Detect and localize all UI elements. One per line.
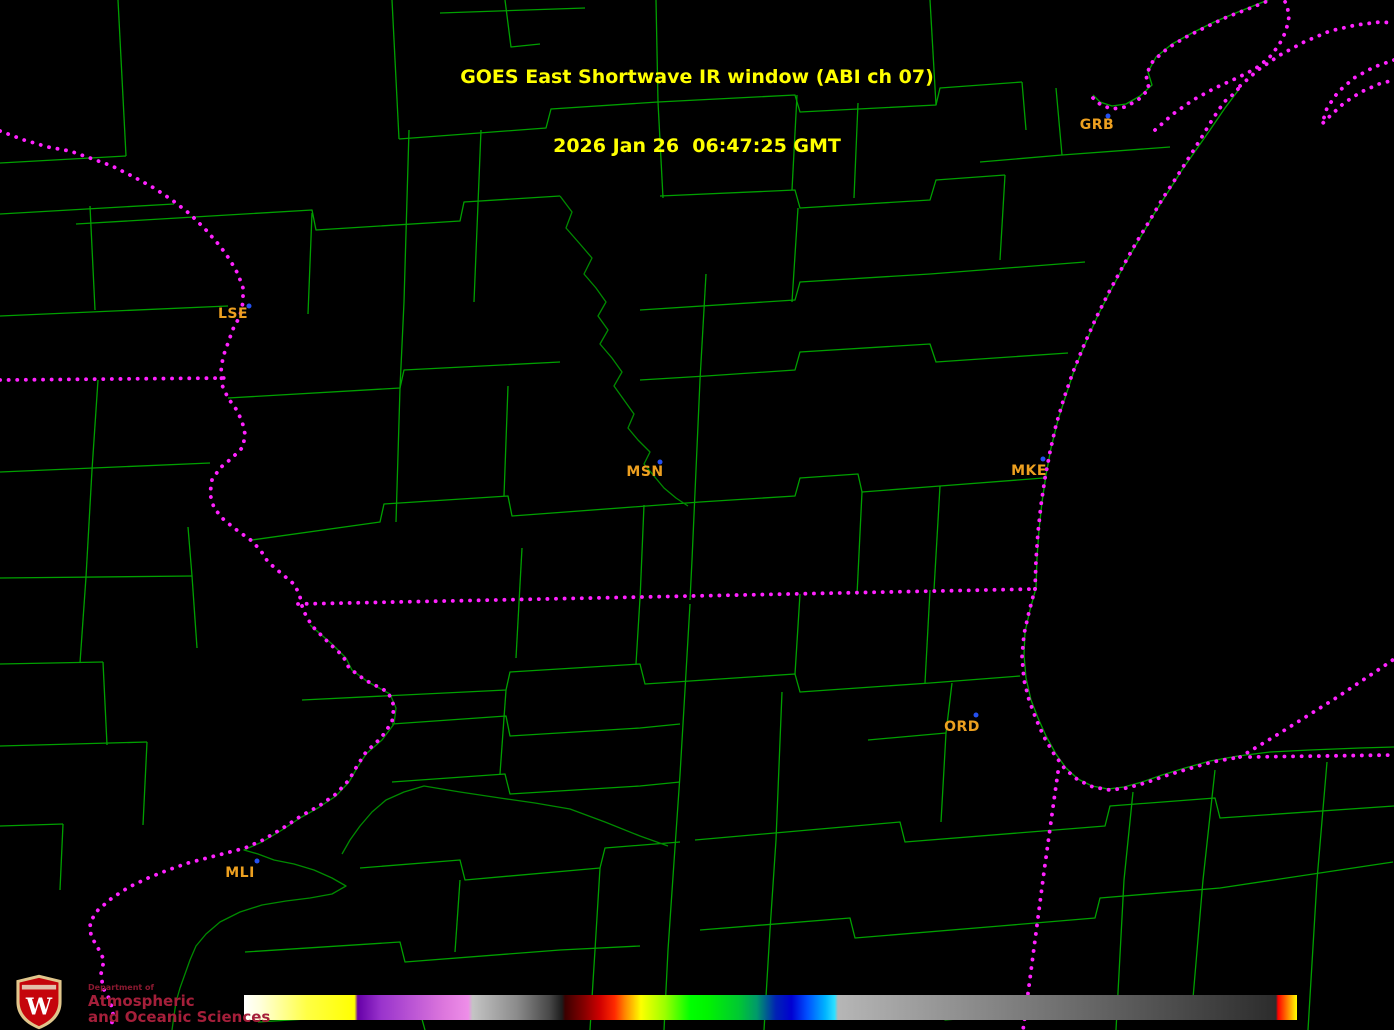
county-boundary-line (455, 880, 460, 952)
county-boundary-line (0, 662, 103, 664)
county-boundary-line (0, 204, 174, 214)
county-boundary-line (80, 577, 86, 663)
state-border-line (1240, 659, 1394, 757)
station-label-LSE: LSE (218, 306, 248, 322)
county-boundary-line (640, 344, 1068, 380)
title-line1: GOES East Shortwave IR window (ABI ch 07… (0, 66, 1394, 89)
logo-text: Department of Atmospheric and Oceanic Sc… (88, 984, 270, 1026)
county-boundary-line (86, 470, 92, 577)
county-boundary-line (0, 742, 147, 746)
county-boundary-line (516, 548, 522, 658)
county-boundary-line (302, 664, 1020, 700)
county-boundary-line (941, 683, 952, 822)
county-boundary-line (700, 274, 706, 380)
county-boundary-line (192, 576, 197, 648)
image-title: GOES East Shortwave IR window (ABI ch 07… (0, 20, 1394, 204)
county-boundary-line (1308, 762, 1327, 1030)
county-boundary-line (228, 362, 560, 398)
station-dot-LSE (247, 304, 252, 309)
county-boundary-line (640, 505, 644, 600)
county-boundary-line (925, 590, 930, 683)
county-boundary-line (700, 862, 1393, 938)
county-boundary-line (92, 380, 98, 470)
county-boundary-line (392, 774, 680, 794)
state-border-line (0, 131, 394, 1030)
station-dot-ORD (974, 713, 979, 718)
station-label-GRB: GRB (1080, 117, 1114, 133)
state-border-line (0, 378, 227, 380)
satellite-image-display: GOES East Shortwave IR window (ABI ch 07… (0, 0, 1394, 1030)
county-boundary-line (90, 206, 95, 310)
county-boundary-line (143, 742, 147, 825)
county-boundary-line (930, 262, 1085, 274)
county-boundary-line (0, 306, 228, 316)
county-boundary-line (764, 692, 782, 1030)
county-boundary-line (695, 798, 1394, 842)
station-label-MKE: MKE (1011, 463, 1047, 479)
county-boundary-line (360, 842, 680, 880)
county-boundary-line (308, 213, 312, 314)
county-boundary-line (690, 380, 700, 600)
county-boundary-line (640, 274, 930, 310)
logo-dept: Department of (88, 984, 270, 992)
river-line (560, 196, 688, 506)
county-boundary-line (792, 208, 798, 302)
county-boundary-line (0, 463, 210, 472)
county-boundary-line (0, 576, 192, 578)
county-boundary-line (934, 486, 940, 590)
river-line (342, 786, 668, 854)
station-label-MSN: MSN (626, 464, 663, 480)
station-dot-MSN (658, 460, 663, 465)
logo-name-line2: and Oceanic Sciences (88, 1010, 270, 1026)
county-boundary-line (795, 594, 800, 674)
state-border-line (1023, 772, 1058, 1030)
uw-aos-logo: W Department of Atmospheric and Oceanic … (8, 974, 270, 1030)
uw-crest-icon: W (8, 974, 70, 1030)
colorbar (244, 995, 1297, 1020)
svg-text:W: W (25, 992, 53, 1020)
county-boundary-line (500, 690, 506, 774)
county-boundary-line (103, 662, 107, 745)
county-boundary-line (504, 386, 508, 496)
station-dot-MKE (1041, 457, 1046, 462)
county-boundary-line (60, 824, 63, 890)
county-boundary-line (0, 824, 63, 826)
county-boundary-line (245, 942, 640, 962)
county-boundary-line (664, 604, 690, 1030)
county-boundary-line (188, 527, 192, 576)
state-border-line (1022, 589, 1240, 790)
county-boundary-line (857, 492, 862, 595)
state-border-line (298, 589, 1035, 604)
station-dot-MLI (255, 859, 260, 864)
station-dot-GRB (1106, 114, 1111, 119)
county-boundary-line (440, 8, 585, 13)
station-label-ORD: ORD (944, 719, 980, 735)
state-border-line (1250, 755, 1394, 757)
station-label-MLI: MLI (225, 865, 255, 881)
county-boundary-line (252, 474, 1044, 540)
county-boundary-line (392, 716, 680, 736)
title-line2: 2026 Jan 26 06:47:25 GMT (0, 135, 1394, 158)
county-boundary-line (868, 733, 946, 740)
county-boundary-line (636, 598, 640, 664)
